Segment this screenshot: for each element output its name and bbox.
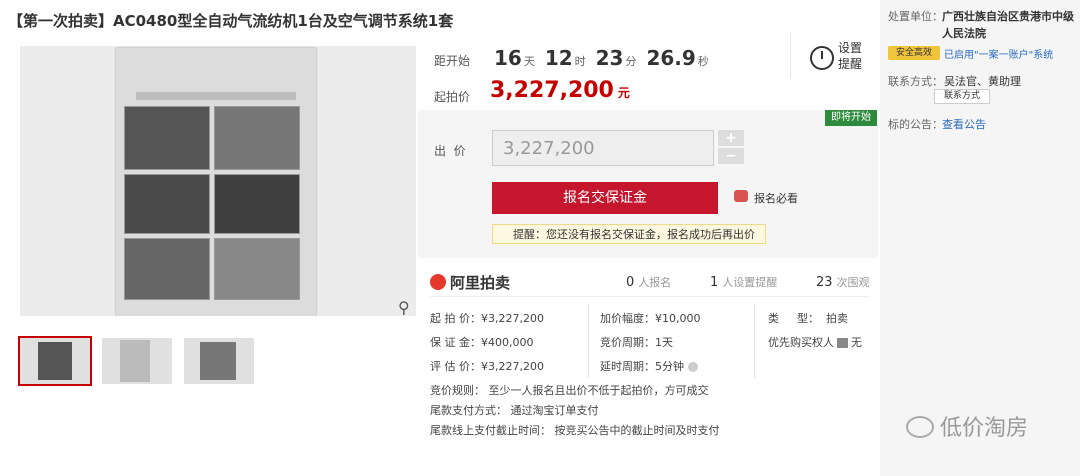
contact-label: 联系方式： xyxy=(888,75,943,88)
thumbnail-2[interactable] xyxy=(100,336,174,386)
org-value: 广西壮族自治区贵港市中级人民法院 xyxy=(942,10,1074,40)
alarm-clock-icon[interactable] xyxy=(810,46,834,70)
divider xyxy=(754,304,755,378)
document-photo xyxy=(116,48,316,316)
bid-area: 即将开始 出 价 3,227,200 + − 报名交保证金 报名必看 提醒：您还… xyxy=(418,110,878,258)
safety-badge: 安全高效 xyxy=(888,46,940,60)
zoom-icon[interactable]: ⚲ xyxy=(398,298,410,317)
info-tag-icon xyxy=(837,338,848,348)
set-reminder-button[interactable]: 设置提醒 xyxy=(838,40,864,72)
contact-button[interactable]: 联系方式 xyxy=(934,89,990,104)
view-notice-link[interactable]: 查看公告 xyxy=(942,116,986,132)
ali-auction-logo: 阿里拍卖 xyxy=(450,274,511,292)
signup-guide-link[interactable]: 报名必看 xyxy=(754,190,798,206)
decrease-button[interactable]: − xyxy=(718,148,744,164)
divider xyxy=(588,304,589,378)
contact-value: 吴法官、黄助理 xyxy=(944,75,1021,88)
notice-label: 标的公告： xyxy=(888,118,943,131)
detail-period: 竞价周期：1天 xyxy=(600,336,673,349)
detail-priority: 优先购买权人无 xyxy=(768,336,862,349)
start-price-value: 3,227,200 元 xyxy=(490,78,630,103)
coins-icon xyxy=(734,190,748,202)
detail-start-price: 起 拍 价：¥3,227,200 xyxy=(430,312,544,325)
bid-label: 出 价 xyxy=(434,144,466,158)
help-icon[interactable] xyxy=(688,362,698,372)
divider xyxy=(790,32,791,78)
bid-input[interactable]: 3,227,200 xyxy=(492,130,714,166)
detail-deadline: 尾款线上支付截止时间： 按竞买公告中的截止时间及时支付 xyxy=(430,424,720,437)
account-system-link[interactable]: 已启用"一案一账户"系统 xyxy=(944,46,1053,61)
reminder-tip: 提醒：您还没有报名交保证金，报名成功后再出价 xyxy=(492,224,766,244)
sidebar: 处置单位： 广西壮族自治区贵港市中级人民法院 安全高效 已启用"一案一账户"系统… xyxy=(880,0,1080,476)
detail-payment: 尾款支付方式： 通过淘宝订单支付 xyxy=(430,404,599,417)
increase-button[interactable]: + xyxy=(718,130,744,146)
detail-rule: 竞价规则： 至少一人报名且出价不低于起拍价，方可成交 xyxy=(430,384,709,397)
wechat-icon xyxy=(906,416,934,438)
signup-count: 0 人报名 xyxy=(626,275,672,290)
thumbnail-3[interactable] xyxy=(182,336,256,386)
thumbnail-1[interactable] xyxy=(18,336,92,386)
page-title: 【第一次拍卖】AC0480型全自动气流纺机1台及空气调节系统1套 xyxy=(8,12,454,30)
detail-deposit: 保 证 金：¥400,000 xyxy=(430,336,534,349)
countdown-timer: 16 天 12 时 23 分 26.9 秒 xyxy=(494,46,709,70)
watermark: 低价淘房 xyxy=(940,416,1029,441)
org-label: 处置单位： xyxy=(888,10,943,23)
remind-count: 1 人设置提醒 xyxy=(710,275,778,290)
main-image[interactable] xyxy=(20,46,416,316)
detail-delay: 延时周期：5分钟 xyxy=(600,358,698,374)
view-count: 23 次围观 xyxy=(816,275,870,290)
countdown-label: 距开始 xyxy=(434,54,471,68)
signup-deposit-button[interactable]: 报名交保证金 xyxy=(492,182,718,214)
auction-panel: 距开始 16 天 12 时 23 分 26.9 秒 设置提醒 起拍价 3,227,200… xyxy=(418,30,878,446)
divider xyxy=(430,296,870,297)
detail-appraisal: 评 估 价：¥3,227,200 xyxy=(430,360,544,373)
detail-type: 类 型： 拍卖 xyxy=(768,312,848,325)
start-price-label: 起拍价 xyxy=(434,90,471,104)
detail-increment: 加价幅度：¥10,000 xyxy=(600,312,701,325)
status-badge: 即将开始 xyxy=(825,110,877,126)
ali-auction-logo-icon xyxy=(430,274,446,290)
